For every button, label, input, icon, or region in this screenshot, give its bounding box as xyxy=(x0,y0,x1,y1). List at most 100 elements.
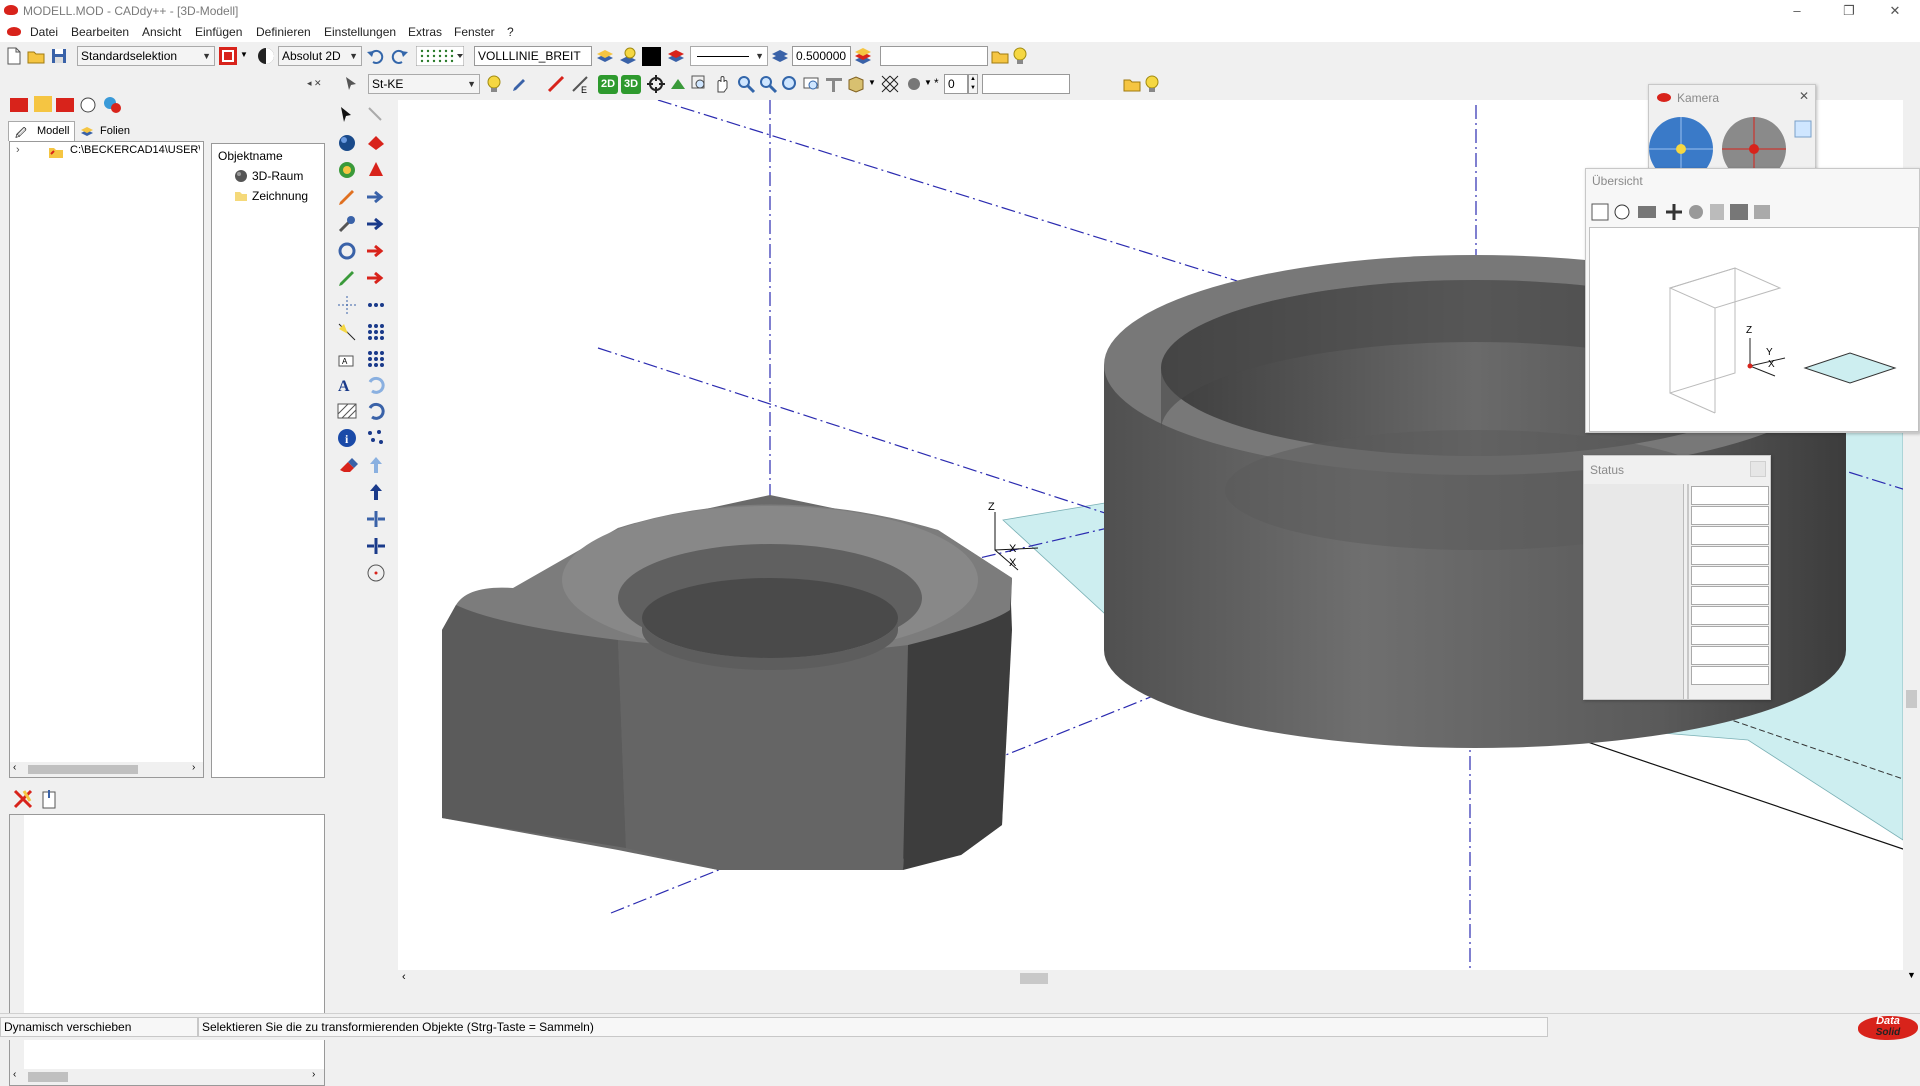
grid-pattern-icon[interactable] xyxy=(416,46,464,66)
zoom-all-icon[interactable] xyxy=(780,74,800,94)
selection-filter-icon[interactable] xyxy=(218,46,238,66)
arrow-up-icon[interactable] xyxy=(365,481,387,503)
menu-einfuegen[interactable]: Einfügen xyxy=(195,25,242,39)
tree-root-item[interactable]: C:\BECKERCAD14\USER\I xyxy=(70,144,200,156)
hatch-tool-icon[interactable] xyxy=(336,400,358,422)
overview-preview[interactable]: Z Y X xyxy=(1589,227,1919,432)
zoom-previous-icon[interactable] xyxy=(802,74,822,94)
layer-stack-icon[interactable] xyxy=(770,46,790,66)
menu-help[interactable]: ? xyxy=(507,25,514,39)
open-folder-icon[interactable] xyxy=(1122,74,1142,94)
text-input-field[interactable] xyxy=(982,74,1070,94)
lightbulb-icon[interactable] xyxy=(484,74,504,94)
view-3d-button[interactable]: 3D xyxy=(621,75,641,94)
layer-lightbulb-icon[interactable] xyxy=(618,46,638,66)
counter-spinner[interactable]: ▲ ▼ xyxy=(968,74,978,94)
object-item-drawing[interactable]: Zeichnung xyxy=(252,189,308,203)
clipboard-icon[interactable] xyxy=(40,788,58,810)
scroll-left-icon[interactable]: ‹ xyxy=(13,762,16,773)
mirror-icon[interactable] xyxy=(365,159,387,181)
horizontal-scrollbar[interactable]: ‹ › xyxy=(10,1069,324,1085)
dot-grid-icon[interactable] xyxy=(365,321,387,343)
select-arrow-icon[interactable] xyxy=(336,104,358,126)
object-item-3d-space[interactable]: 3D-Raum xyxy=(252,169,303,183)
pan-hand-icon[interactable] xyxy=(712,74,732,94)
menu-datei[interactable]: Datei xyxy=(30,25,58,39)
menu-fenster[interactable]: Fenster xyxy=(454,25,495,39)
selection-mode-select[interactable]: Standardselektion ▼ xyxy=(77,46,215,66)
linetype-field[interactable]: VOLLLINIE_BREIT xyxy=(474,46,592,66)
save-icon[interactable] xyxy=(49,46,69,66)
counter-field[interactable]: 0 xyxy=(944,74,968,94)
layer-stack-icon[interactable] xyxy=(853,46,873,66)
hex-nut-part[interactable] xyxy=(442,495,1012,870)
layer-stack-icon[interactable] xyxy=(666,46,686,66)
coordinate-mode-select[interactable]: Absolut 2D ▼ xyxy=(278,46,362,66)
minimize-button[interactable]: – xyxy=(1774,0,1820,22)
scroll-thumb[interactable] xyxy=(28,765,138,774)
arrow-up-icon[interactable] xyxy=(365,454,387,476)
snap-mode-icon[interactable] xyxy=(256,46,276,66)
pencil-icon[interactable] xyxy=(336,186,358,208)
panel-pin-icon[interactable]: ◂ ✕ xyxy=(307,78,322,89)
close-button[interactable]: ✕ xyxy=(1872,0,1918,22)
lightbulb-icon[interactable] xyxy=(1142,74,1162,94)
delete-tool-icon[interactable] xyxy=(12,788,34,810)
material-pointer-icon[interactable] xyxy=(342,74,362,94)
open-folder-icon[interactable] xyxy=(990,46,1010,66)
menu-einstellungen[interactable]: Einstellungen xyxy=(324,25,396,39)
split-horizontal-icon[interactable] xyxy=(365,508,387,530)
lightbulb-icon[interactable] xyxy=(1010,46,1030,66)
scroll-right-icon[interactable]: › xyxy=(192,762,195,773)
view-plane-icon[interactable] xyxy=(824,74,844,94)
text-tool-icon[interactable]: A xyxy=(336,348,358,370)
wrench-icon[interactable] xyxy=(336,213,358,235)
rotate-object-icon[interactable] xyxy=(336,159,358,181)
sphere-tool-icon[interactable] xyxy=(336,132,358,154)
horizontal-scrollbar[interactable]: ‹ › xyxy=(10,762,203,777)
array-move-icon[interactable] xyxy=(365,267,387,289)
scroll-left-icon[interactable]: ‹ xyxy=(13,1069,16,1080)
scroll-down-icon[interactable]: ▼ xyxy=(1907,970,1916,980)
menu-extras[interactable]: Extras xyxy=(408,25,442,39)
sphere-icon[interactable] xyxy=(904,74,924,94)
layer-stack-icon[interactable] xyxy=(595,46,615,66)
tree-expand-icon[interactable]: › xyxy=(16,144,20,156)
scroll-right-icon[interactable]: › xyxy=(312,1069,315,1080)
chevron-down-icon[interactable]: ▼ xyxy=(868,78,876,87)
copy-move-icon[interactable] xyxy=(365,213,387,235)
dot-matrix-icon[interactable] xyxy=(365,348,387,370)
scroll-left-icon[interactable]: ‹ xyxy=(402,971,406,983)
edit-tool-icon[interactable] xyxy=(510,74,530,94)
shaded-cube-icon[interactable] xyxy=(846,74,866,94)
scroll-thumb[interactable] xyxy=(1020,973,1048,984)
tab-layers[interactable]: Folien xyxy=(76,123,134,141)
status-window-button[interactable] xyxy=(1750,461,1766,477)
tab-model[interactable]: 🖉 Modell xyxy=(8,121,75,141)
edit-shape-icon[interactable] xyxy=(365,132,387,154)
orbit-view-icon[interactable] xyxy=(668,74,688,94)
hatch-icon[interactable] xyxy=(880,74,900,94)
measure-icon[interactable] xyxy=(546,74,566,94)
select-pen-icon[interactable] xyxy=(365,104,387,126)
dot-row-icon[interactable] xyxy=(365,294,387,316)
rotate-copy-icon[interactable] xyxy=(365,374,387,396)
line-style-select[interactable]: ▼ xyxy=(690,46,768,66)
close-icon[interactable]: ✕ xyxy=(1799,89,1809,103)
scroll-thumb[interactable] xyxy=(1906,690,1917,708)
zoom-in-icon[interactable] xyxy=(736,74,756,94)
material-select[interactable]: St-KE ▼ xyxy=(368,74,480,94)
menu-bearbeiten[interactable]: Bearbeiten xyxy=(71,25,129,39)
circle-center-icon[interactable] xyxy=(365,562,387,584)
chevron-down-icon[interactable]: ▼ xyxy=(924,78,932,87)
dimension-icon[interactable] xyxy=(336,321,358,343)
move-icon[interactable] xyxy=(365,186,387,208)
overview-toolbar[interactable] xyxy=(1590,201,1774,223)
draw-line-icon[interactable] xyxy=(336,267,358,289)
color-swatch[interactable] xyxy=(642,47,661,66)
split-vertical-icon[interactable] xyxy=(365,535,387,557)
scatter-icon[interactable] xyxy=(365,427,387,449)
camera-globes[interactable] xyxy=(1649,109,1817,173)
layer-name-field[interactable] xyxy=(880,46,988,66)
edge-icon[interactable]: E xyxy=(570,74,590,94)
